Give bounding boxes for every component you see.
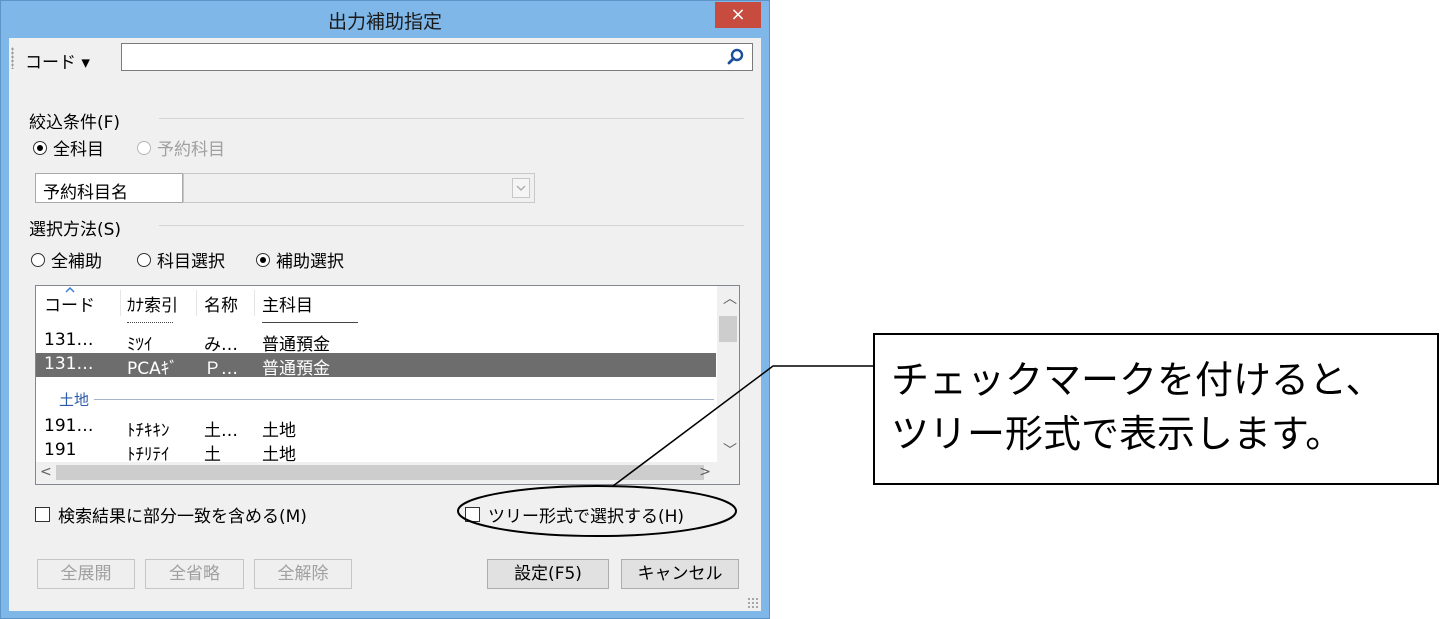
callout-leader-line	[612, 365, 873, 487]
highlight-ellipse	[457, 485, 737, 537]
annotation-overlay	[457, 365, 873, 537]
